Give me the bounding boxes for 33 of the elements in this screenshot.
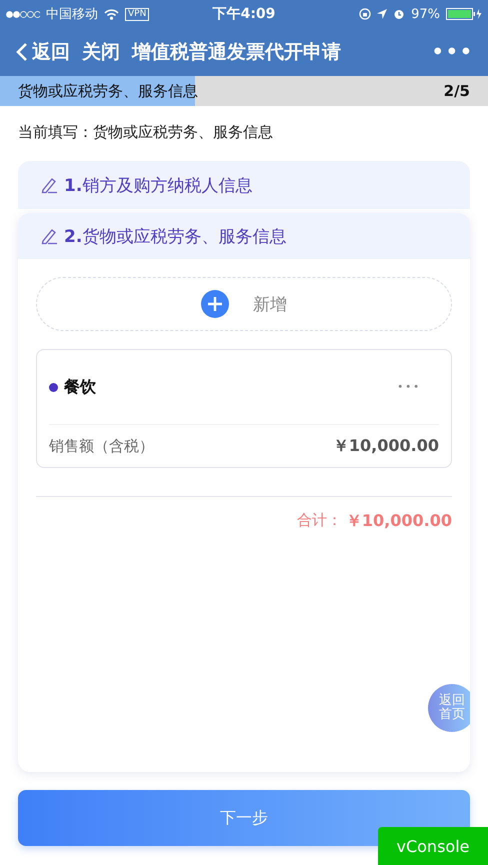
total-amount: ￥10,000.00 bbox=[346, 511, 452, 532]
home-button[interactable]: 返回首页 bbox=[428, 684, 470, 732]
wifi-icon bbox=[104, 8, 119, 20]
chevron-left-icon bbox=[16, 42, 28, 62]
vconsole-button[interactable]: vConsole bbox=[378, 827, 488, 865]
total-label: 合计： bbox=[296, 511, 342, 531]
field-label: 销售额（含税） bbox=[49, 436, 154, 456]
carrier-name: 中国移动 bbox=[46, 6, 98, 23]
item-name: 餐饮 bbox=[64, 376, 96, 398]
more-button[interactable]: ••• bbox=[432, 41, 474, 63]
status-time: 下午4:09 bbox=[212, 6, 276, 22]
item-card[interactable]: 餐饮 ••• 销售额（含税） ￥10,000.00 bbox=[36, 349, 452, 468]
edit-pencil-icon bbox=[40, 227, 60, 245]
back-button[interactable]: 返回 bbox=[16, 39, 70, 65]
current-step-text: 当前填写：货物或应税劳务、服务信息 bbox=[17, 122, 274, 143]
battery-icon bbox=[446, 8, 482, 20]
section-header[interactable]: 2.货物或应税劳务、服务信息 bbox=[18, 213, 470, 259]
more-button[interactable]: ••• bbox=[397, 382, 421, 392]
amount-value: ￥10,000.00 bbox=[332, 436, 439, 456]
page-title: 增值税普通发票代开申请 bbox=[132, 40, 341, 65]
alarm-icon bbox=[393, 8, 406, 20]
lock-rotation-icon bbox=[359, 8, 372, 20]
add-button[interactable]: 新增 bbox=[36, 277, 452, 331]
plus-icon bbox=[201, 290, 229, 318]
progress-label: 货物或应税劳务、服务信息 bbox=[18, 82, 198, 100]
location-icon bbox=[377, 9, 388, 19]
close-button[interactable]: 关闭 bbox=[82, 39, 120, 65]
battery-percent: 97% bbox=[411, 6, 440, 22]
step-counter: 2/5 bbox=[444, 82, 470, 100]
vpn-indicator: VPN bbox=[125, 8, 150, 20]
signal-icon bbox=[6, 10, 40, 18]
edit-pencil-icon bbox=[40, 176, 60, 194]
bullet-dot bbox=[49, 382, 58, 392]
